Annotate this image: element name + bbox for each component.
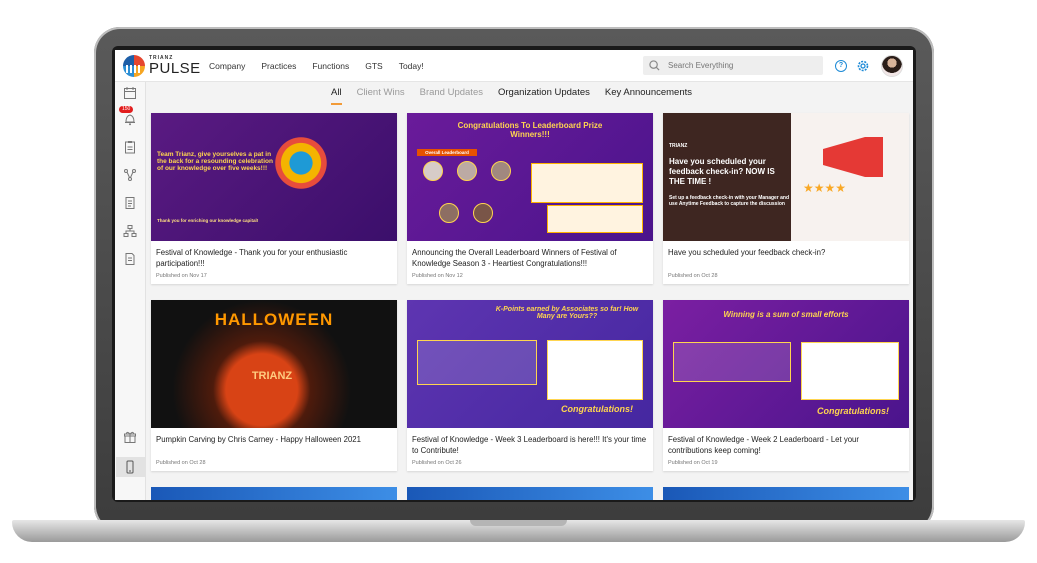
card-title: Festival of Knowledge - Thank you for yo… [156,248,348,268]
thumb-brand: TRIANZ [669,143,688,149]
week-leaderboard-table [801,342,899,400]
tab-key-announcements[interactable]: Key Announcements [605,87,692,105]
gift-icon[interactable] [123,430,137,444]
thumb-heading: Have you scheduled your feedback check-i… [669,157,775,186]
gear-icon[interactable] [856,59,870,73]
thumb-footer: Thank you for enriching our knowledge ca… [157,218,259,223]
notification-badge: 150 [119,106,134,113]
nav-company[interactable]: Company [209,61,245,71]
card-thumbnail: Winning is a sum of small efforts Congra… [663,300,909,428]
megaphone-icon [823,137,883,177]
next-row-card-preview[interactable] [151,487,397,500]
logo-icon [123,54,145,77]
org-chart-icon[interactable] [123,224,137,238]
search-box[interactable] [643,56,823,75]
next-row-card-preview[interactable] [407,487,653,500]
thumb-footer: TRIANZ [251,370,293,382]
next-row-card-preview[interactable] [663,487,909,500]
calendar-icon[interactable] [123,86,137,100]
card-thumbnail: Team Trianz, give yourselves a pat in th… [151,113,397,241]
logo-product: PULSE [149,59,201,77]
tab-organization-updates[interactable]: Organization Updates [498,87,590,105]
week-leaderboard-table [547,340,643,400]
thumb-footer: Congratulations! [817,406,889,416]
winner-avatar [491,161,511,181]
thumb-heading: HALLOWEEN [214,310,334,329]
thumb-footer: Set up a feedback check-in with your Man… [669,195,790,207]
card-title: Have you scheduled your feedback check-i… [668,248,826,257]
star-rating-icon: ★★★★ [803,181,847,195]
count-so-far-panel [673,342,791,382]
card-thumbnail: TRIANZ Have you scheduled your feedback … [663,113,909,241]
card-title: Announcing the Overall Leaderboard Winne… [412,248,617,268]
winner-avatar [457,161,477,181]
nav-gts[interactable]: GTS [365,61,382,71]
nav-functions[interactable]: Functions [312,61,349,71]
card-date: Published on Oct 28 [156,460,206,466]
card-date: Published on Oct 28 [668,273,718,279]
card-thumbnail: HALLOWEEN TRIANZ [151,300,397,428]
card-date: Published on Nov 17 [156,273,207,279]
user-avatar[interactable] [881,55,903,77]
count-so-far-panel [417,340,537,385]
thumb-heading: Congratulations To Leaderboard Prize Win… [457,121,603,139]
news-card[interactable]: K-Points earned by Associates so far! Ho… [407,300,653,471]
search-input[interactable] [668,61,808,70]
top-bar: TRIANZ PULSE Company Practices Functions… [115,50,913,82]
help-icon[interactable]: ? [835,60,847,72]
thumb-heading: Team Trianz, give yourselves a pat in th… [157,151,273,172]
pulse-logo[interactable]: TRIANZ PULSE [123,54,201,77]
news-card[interactable]: Team Trianz, give yourselves a pat in th… [151,113,397,284]
search-icon [649,60,660,71]
thumb-heading: Winning is a sum of small efforts [723,310,849,319]
winner-avatar [473,203,493,223]
tab-brand-updates[interactable]: Brand Updates [420,87,483,105]
card-date: Published on Oct 26 [412,460,462,466]
nav-today[interactable]: Today! [399,61,424,71]
card-date: Published on Oct 19 [668,460,718,466]
news-card[interactable]: TRIANZ Have you scheduled your feedback … [663,113,909,284]
card-title: Festival of Knowledge - Week 3 Leaderboa… [412,435,647,455]
tab-client-wins[interactable]: Client Wins [357,87,405,105]
weekly-leaderboard-table [547,205,643,233]
card-thumbnail: Congratulations To Leaderboard Prize Win… [407,113,653,241]
bell-icon[interactable] [123,112,137,126]
card-thumbnail: K-Points earned by Associates so far! Ho… [407,300,653,428]
laptop-notch [470,520,567,526]
left-sidebar: 150 [115,82,146,500]
news-card[interactable]: Congratulations To Leaderboard Prize Win… [407,113,653,284]
mobile-icon[interactable] [123,460,137,474]
clipboard-icon[interactable] [123,140,137,154]
card-date: Published on Nov 12 [412,273,463,279]
thumb-heading: K-Points earned by Associates so far! Ho… [495,306,639,320]
winner-avatar [439,203,459,223]
feed-tabs: All Client Wins Brand Updates Organizati… [331,87,707,105]
card-title: Festival of Knowledge - Week 2 Leaderboa… [668,435,859,455]
app-screen: TRIANZ PULSE Company Practices Functions… [115,50,913,500]
file-icon[interactable] [123,252,137,266]
thumb-footer: Overall Leaderboard [417,149,477,156]
winner-avatar [423,161,443,181]
news-card[interactable]: HALLOWEEN TRIANZ Pumpkin Carving by Chri… [151,300,397,471]
weekly-leaderboard-table [531,163,643,203]
thumb-footer: Congratulations! [561,404,633,414]
document-icon[interactable] [123,196,137,210]
nav-practices[interactable]: Practices [261,61,296,71]
tab-all[interactable]: All [331,87,342,105]
main-nav: Company Practices Functions GTS Today! [209,61,440,71]
card-title: Pumpkin Carving by Chris Carney - Happy … [156,435,361,444]
network-icon[interactable] [123,168,137,182]
news-card[interactable]: Winning is a sum of small efforts Congra… [663,300,909,471]
